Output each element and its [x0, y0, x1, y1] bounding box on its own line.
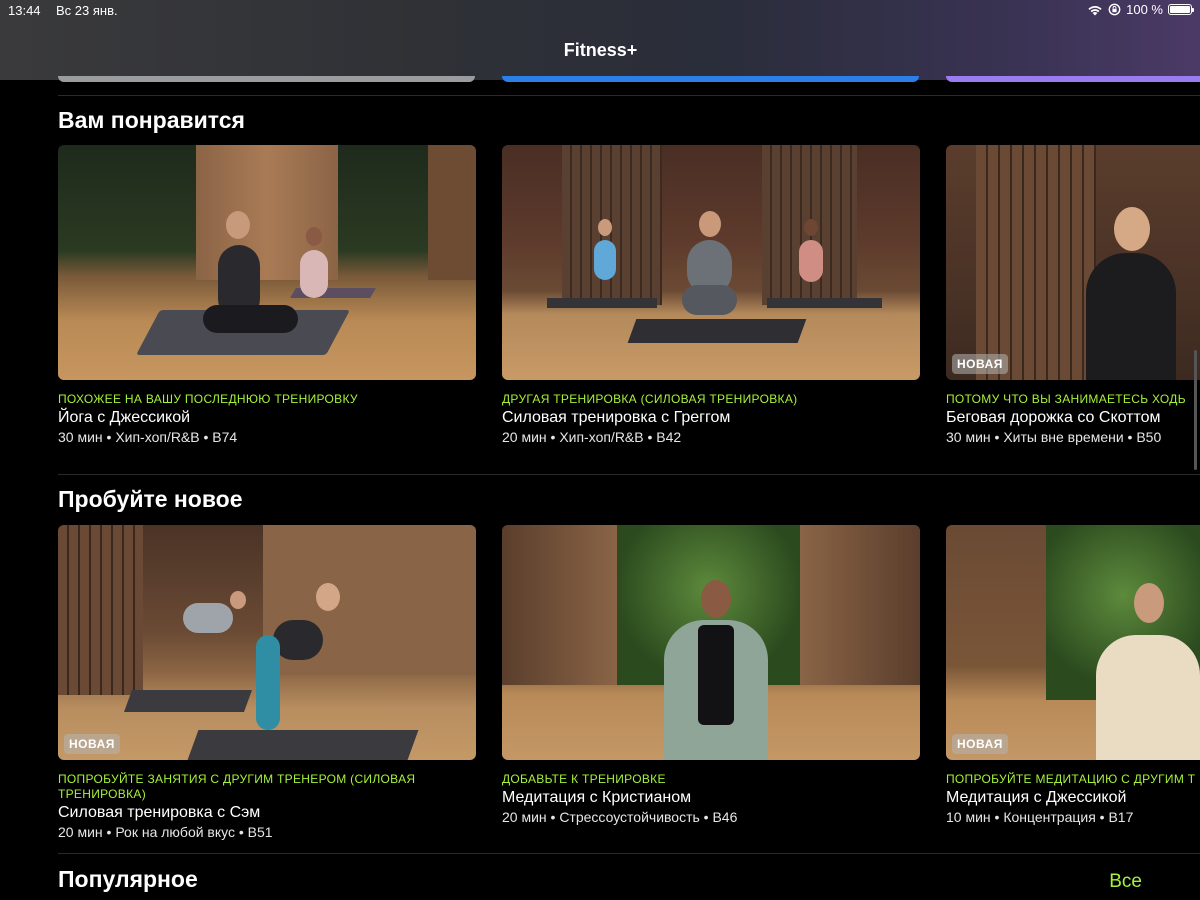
section-title-try-new: Пробуйте новое: [58, 486, 243, 512]
card-recommendation-reason: ПОПРОБУЙТЕ ЗАНЯТИЯ С ДРУГИМ ТРЕНЕРОМ (СИ…: [58, 772, 416, 801]
card-title: Силовая тренировка с Сэм: [58, 804, 261, 821]
wifi-icon: [1088, 5, 1102, 15]
section-divider: [58, 474, 1200, 475]
card-meta: 30 мин • Хиты вне времени • B50: [946, 429, 1162, 445]
card-title: Медитация с Джессикой: [946, 789, 1127, 806]
card-meta: 10 мин • Концентрация • B17: [946, 809, 1134, 825]
previous-row-card-edge: [946, 76, 1200, 82]
card-title: Силовая тренировка с Греггом: [502, 409, 731, 426]
status-date: Вс 23 янв.: [56, 3, 118, 18]
battery-icon: [1168, 4, 1194, 15]
card-meta: 30 мин • Хип-хоп/R&B • B74: [58, 429, 238, 445]
battery-fill: [1170, 6, 1190, 13]
card-title: Беговая дорожка со Скоттом: [946, 409, 1161, 426]
workout-card[interactable]: ПОХОЖЕЕ НА ВАШУ ПОСЛЕДНЮЮ ТРЕНИРОВКУ Йог…: [58, 145, 476, 445]
navigation-bar: 13:44 Вс 23 янв. 100 % Fitness+: [0, 0, 1200, 80]
status-time: 13:44: [8, 3, 41, 18]
card-recommendation-reason: ПОТОМУ ЧТО ВЫ ЗАНИМАЕТЕСЬ ХОДЬ: [946, 392, 1186, 406]
section-title-popular: Популярное: [58, 866, 198, 892]
workout-thumbnail: [502, 525, 920, 760]
section-divider: [58, 95, 1200, 96]
previous-row-card-edge: [58, 76, 475, 82]
scrollbar[interactable]: [1194, 350, 1197, 470]
card-meta: 20 мин • Хип-хоп/R&B • B42: [502, 429, 682, 445]
battery-percentage: 100 %: [1126, 2, 1163, 17]
card-title: Йога с Джессикой: [58, 409, 191, 426]
workout-card[interactable]: НОВАЯ ПОПРОБУЙТЕ ЗАНЯТИЯ С ДРУГИМ ТРЕНЕР…: [58, 525, 476, 840]
workout-card[interactable]: НОВАЯ ПОПРОБУЙТЕ МЕДИТАЦИЮ С ДРУГИМ Т Ме…: [946, 525, 1200, 825]
new-badge: НОВАЯ: [952, 734, 1008, 754]
app-title: Fitness+: [0, 40, 1200, 61]
card-meta: 20 мин • Стрессоустойчивость • B46: [502, 809, 738, 825]
card-title: Медитация с Кристианом: [502, 789, 692, 806]
workout-thumbnail: НОВАЯ: [946, 525, 1200, 760]
card-meta: 20 мин • Рок на любой вкус • B51: [58, 824, 273, 840]
workout-thumbnail: НОВАЯ: [58, 525, 476, 760]
see-all-link[interactable]: Все: [1109, 871, 1142, 893]
card-recommendation-reason: ПОХОЖЕЕ НА ВАШУ ПОСЛЕДНЮЮ ТРЕНИРОВКУ: [58, 392, 358, 406]
workout-thumbnail: НОВАЯ: [946, 145, 1200, 380]
fitness-plus-screen: 13:44 Вс 23 янв. 100 % Fitness+ Вам понр…: [0, 0, 1200, 900]
workout-card[interactable]: НОВАЯ ПОТОМУ ЧТО ВЫ ЗАНИМАЕТЕСЬ ХОДЬ Бег…: [946, 145, 1200, 445]
card-recommendation-reason: ПОПРОБУЙТЕ МЕДИТАЦИЮ С ДРУГИМ Т: [946, 772, 1196, 786]
card-recommendation-reason: ДРУГАЯ ТРЕНИРОВКА (СИЛОВАЯ ТРЕНИРОВКА): [502, 392, 798, 406]
workout-thumbnail: [58, 145, 476, 380]
workout-card[interactable]: ДОБАВЬТЕ К ТРЕНИРОВКЕ Медитация с Кристи…: [502, 525, 920, 825]
new-badge: НОВАЯ: [952, 354, 1008, 374]
new-badge: НОВАЯ: [64, 734, 120, 754]
workout-thumbnail: [502, 145, 920, 380]
orientation-lock-icon: [1108, 3, 1121, 16]
workout-card[interactable]: ДРУГАЯ ТРЕНИРОВКА (СИЛОВАЯ ТРЕНИРОВКА) С…: [502, 145, 920, 445]
card-recommendation-reason: ДОБАВЬТЕ К ТРЕНИРОВКЕ: [502, 772, 666, 786]
section-title-you-will-like: Вам понравится: [58, 107, 245, 133]
section-divider: [58, 853, 1200, 854]
previous-row-card-edge: [502, 76, 919, 82]
status-indicators: 100 %: [1087, 2, 1194, 17]
app-title-text: Fitness+: [563, 40, 638, 60]
